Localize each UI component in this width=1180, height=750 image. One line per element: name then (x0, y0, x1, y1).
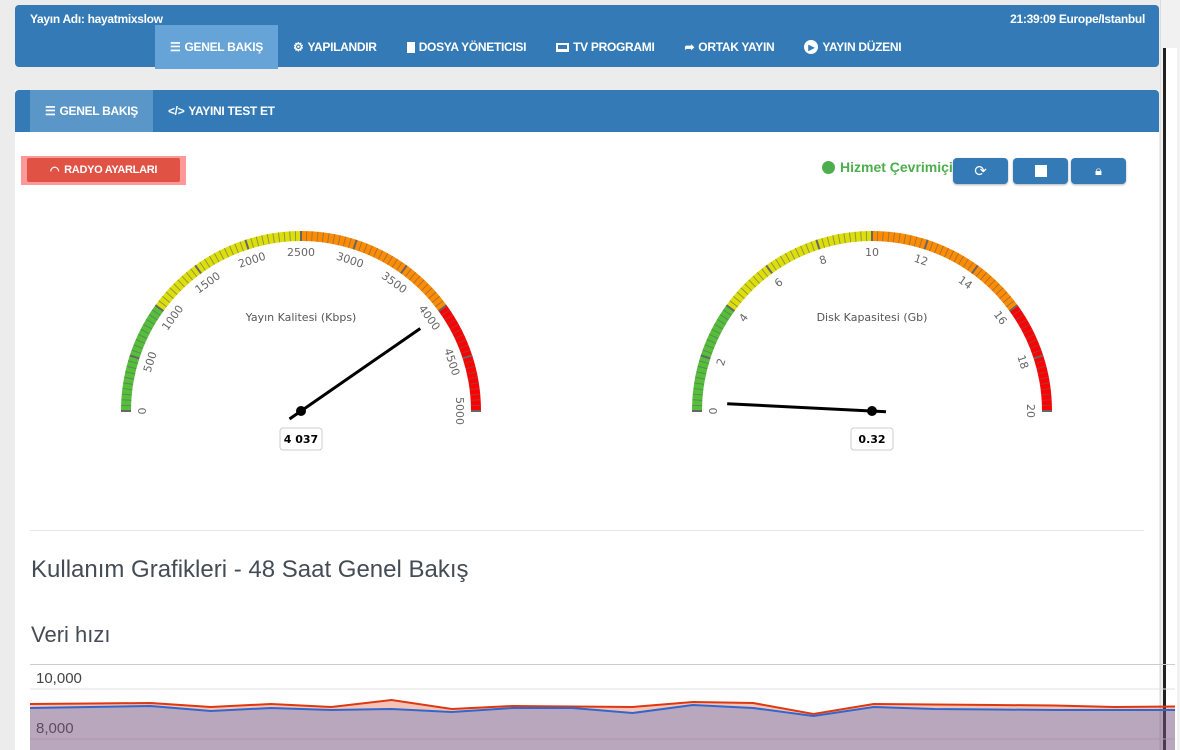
gauge-tick-label: 2 (714, 357, 729, 368)
gauge-tick (882, 231, 884, 242)
gauge-tick-label: 3000 (335, 250, 366, 271)
gauges: 0500100015002000 2500 30003500400045005000… (121, 231, 1052, 451)
gauge-tick (692, 399, 703, 401)
gauge-tick-label: 2000 (237, 250, 268, 271)
gauge-tick-label: 0 (136, 408, 149, 415)
stream-name: Yayın Adı: hayatmixslow (30, 12, 163, 26)
gauge-tick-label: 500 (141, 350, 160, 374)
main-panel: ☰ GENEL BAKIŞ </> YAYINI TEST ET ◠ RADYO AY… (15, 90, 1159, 750)
gauge-tick (1041, 399, 1052, 401)
server-clock: 21:39:09 Europe/Istanbul (1010, 12, 1145, 26)
gauge-pivot (296, 406, 306, 416)
y-tick-label: 10,000 (36, 670, 82, 687)
gauge-tick-label: 4 (736, 311, 751, 324)
gauge-tick-label: 14 (956, 273, 975, 292)
top-navbar: Yayın Adı: hayatmixslow 21:39:09 Europe/… (15, 5, 1159, 69)
gauge-tick (121, 399, 132, 401)
chart-title: Veri hızı (31, 622, 111, 647)
gauge-tick (311, 231, 313, 242)
gauge-tick-label: 0 (707, 408, 720, 415)
series-area (30, 705, 1175, 750)
gauge-needle (288, 327, 422, 421)
gauge-tick-label: 18 (1014, 353, 1031, 370)
file-icon (406, 41, 415, 53)
nav-tv-programi[interactable]: TV PROGRAMI (541, 25, 669, 69)
gauge-band (692, 305, 735, 411)
gauge-band (726, 231, 872, 312)
gauge-needle (727, 402, 887, 414)
gauge-tick (289, 231, 291, 242)
gauge-tick-label: 6 (772, 275, 785, 290)
gauge-title: Yayın Kalitesi (Kbps) (245, 311, 357, 324)
gauge-tick-label: 20 (1024, 404, 1037, 418)
list-icon: ☰ (170, 40, 181, 54)
divider (30, 530, 1144, 531)
scrollbar[interactable] (1160, 0, 1180, 750)
cogs-icon: ⚙ (292, 40, 304, 54)
gauge-band (155, 231, 301, 312)
scrollbar-thumb[interactable] (1163, 48, 1177, 750)
gauge-tick-label: 5000 (453, 397, 466, 425)
data-rate-chart: 10,0008,000 (30, 664, 1175, 750)
play-circle-icon: ▶ (804, 40, 819, 54)
gauge-tick (860, 231, 862, 242)
share-icon: ➦ (684, 40, 695, 54)
gauge-value-label: 0.32 (858, 433, 885, 446)
nav-yayin-duzeni[interactable]: ▶ YAYIN DÜZENI (789, 25, 916, 69)
gauge-title: Disk Kapasitesi (Gb) (817, 311, 928, 324)
nav-dosya-yoneticisi[interactable]: DOSYA YÖNETICISI (392, 25, 541, 69)
monitor-icon (556, 42, 570, 52)
gauge-pivot (867, 406, 877, 416)
section-title: Kullanım Grafikleri - 48 Saat Genel Bakı… (31, 556, 469, 583)
gauge-tick-label: 10 (865, 246, 879, 259)
nav-ortak-yayin[interactable]: ➦ ORTAK YAYIN (670, 25, 790, 69)
gauge-band (301, 231, 447, 312)
gauge-tick (470, 399, 481, 401)
nav-genel-bakis[interactable]: ☰ GENEL BAKIŞ (155, 25, 278, 69)
gauge-value-label: 4 037 (284, 433, 318, 446)
gauge-tick-label: 8 (818, 253, 829, 268)
gauge-band (872, 231, 1018, 312)
gauge-tick-label: 16 (991, 308, 1010, 327)
gauge-tick-label: 12 (912, 252, 929, 269)
gauge-tick-label: 2500 (287, 246, 315, 259)
nav-yapilandir[interactable]: ⚙ YAPILANDIR (278, 25, 392, 69)
gauge-tick-label: 4500 (441, 347, 462, 378)
